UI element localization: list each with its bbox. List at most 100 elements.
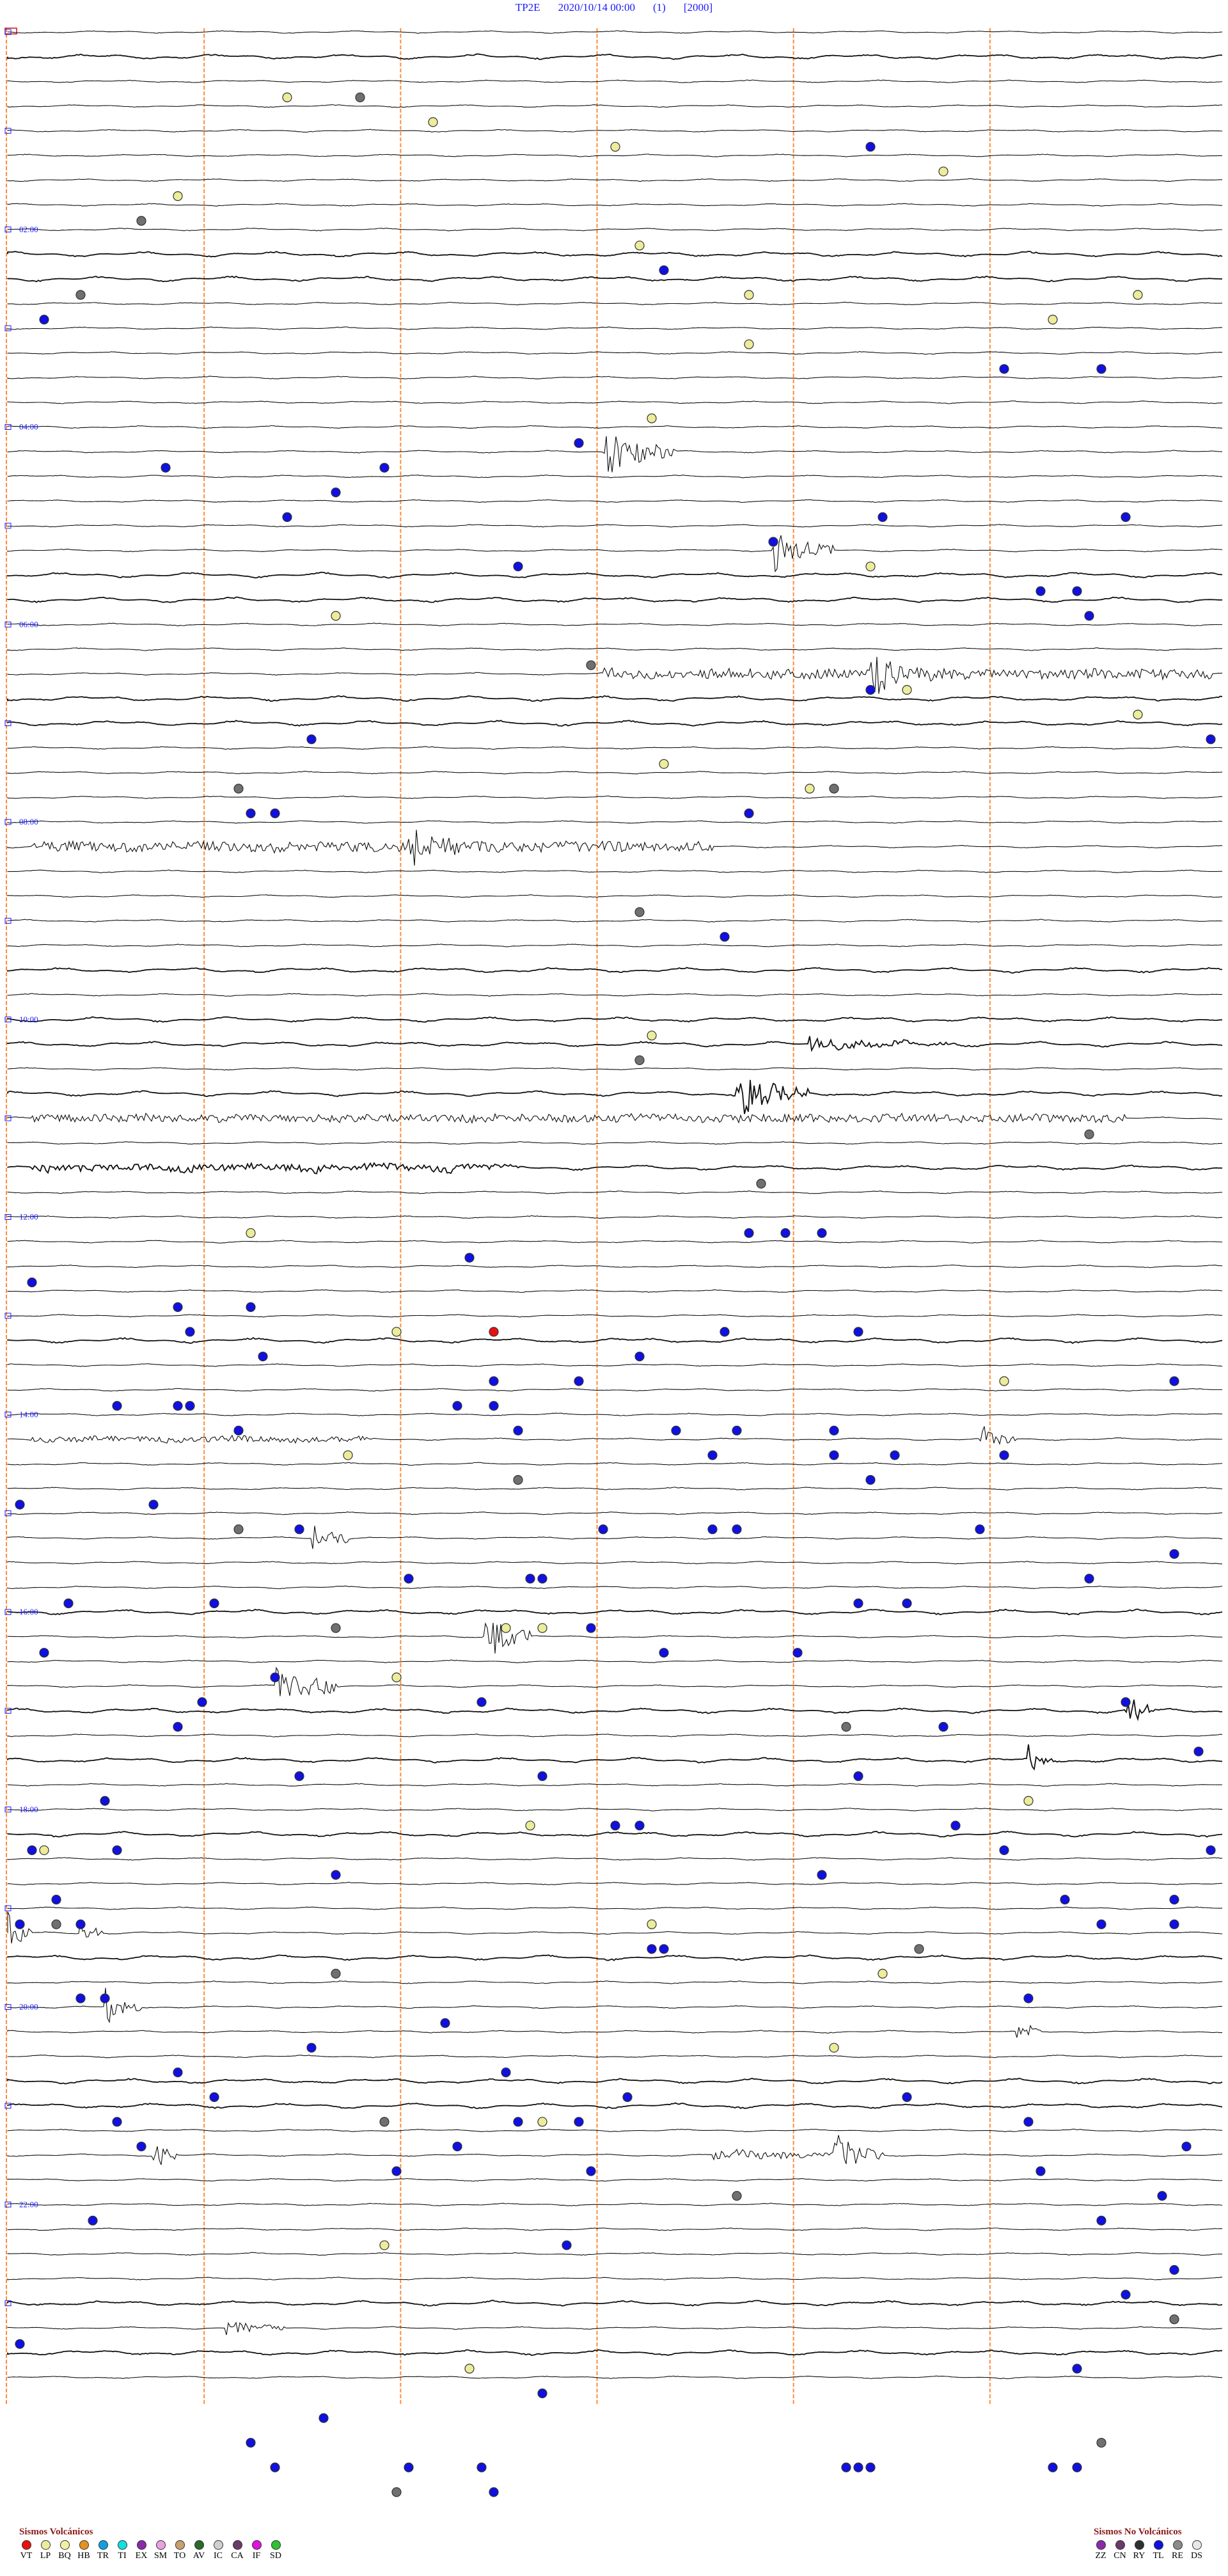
event-dot-lp <box>902 684 912 695</box>
legend-volcanic-code: CA <box>231 2551 244 2561</box>
event-dot-tl <box>404 2462 414 2472</box>
event-dot-tl <box>537 1771 547 1782</box>
legend-volcanic-dot-icon-bq <box>59 2540 70 2550</box>
legend-nonvolcanic-dot-icon-ry <box>1134 2540 1144 2550</box>
legend-volcanic-dot-icon-tr <box>98 2540 108 2550</box>
event-dot-tl <box>1072 2364 1082 2374</box>
event-dot-lp <box>173 191 183 201</box>
trace-line <box>7 1807 1222 1812</box>
event-dot-tl <box>1157 2191 1167 2201</box>
event-dot-ca <box>756 1178 766 1189</box>
event-dot-tl <box>817 1870 827 1880</box>
trace-line <box>7 474 1223 478</box>
event-dot-tl <box>744 808 754 819</box>
trace-line <box>7 104 1223 108</box>
event-dot-ca <box>51 1919 61 1929</box>
trace-line <box>7 944 1223 947</box>
trace-line <box>7 2128 1223 2133</box>
trace-line <box>7 1337 1223 1344</box>
event-dot-tl <box>39 315 49 325</box>
trace-line <box>7 1561 1223 1565</box>
event-dot-lp <box>938 166 949 177</box>
event-dot-ca <box>513 1474 523 1485</box>
event-dot-tl <box>950 1821 961 1831</box>
hour-label: 02:00 <box>19 225 38 234</box>
event-dot-ca <box>634 1055 645 1066</box>
event-dot-tl <box>999 1845 1009 1856</box>
trace-line <box>7 720 1223 727</box>
event-dot-tl <box>574 2117 584 2127</box>
event-dot-lp <box>1048 315 1058 325</box>
trace-line <box>7 2300 1223 2307</box>
event-dot-lp <box>464 2364 475 2374</box>
event-dot-tl <box>63 1598 74 1609</box>
trace-line <box>7 1462 1223 1466</box>
trace-line <box>7 2177 1223 2182</box>
event-dot-tl <box>306 2043 317 2053</box>
trace-line <box>7 1666 1222 1696</box>
legend-nonvolcanic-code: TL <box>1153 2551 1164 2561</box>
event-dot-tl <box>792 1648 803 1658</box>
legend-nonvolcanic-dot-icon-re <box>1172 2540 1183 2550</box>
event-dot-tl <box>1072 2462 1082 2472</box>
event-dot-lp <box>39 1845 49 1856</box>
trace-line <box>7 1608 1223 1616</box>
event-dot-lp <box>391 1327 402 1337</box>
event-dot-tl <box>1121 512 1131 522</box>
event-dot-tl <box>853 1327 863 1337</box>
trace-line <box>7 326 1223 330</box>
event-dot-tl <box>270 1672 280 1682</box>
event-dot-tl <box>1035 586 1046 596</box>
event-dot-lp <box>647 1919 657 1929</box>
trace-line <box>7 1240 1223 1244</box>
legend-nonvolcanic-code: ZZ <box>1095 2551 1106 2561</box>
legend-volcanic-dot-icon-ti <box>117 2540 127 2550</box>
legend-volcanic-code: AV <box>193 2551 205 2561</box>
event-dot-tl <box>476 1697 487 1707</box>
event-dot-tl <box>513 2117 523 2127</box>
helicorder-plot: 02:00 04:00 06:00 08:00 10:00 12:00 14:00 16:00… <box>4 28 1223 2497</box>
legend-volcanic-item-tr: TR <box>96 2540 110 2561</box>
trace-line <box>7 351 1223 355</box>
legend-volcanic-dot-icon-lp <box>40 2540 51 2550</box>
trace-line <box>7 1016 1223 1023</box>
trace-line <box>7 2202 1223 2206</box>
legend-volcanic-item-sd: SD <box>269 2540 283 2561</box>
event-dot-tl <box>537 1574 547 1584</box>
event-dot-tl <box>379 462 390 473</box>
event-dot-tl <box>306 734 317 745</box>
event-dot-tl <box>1096 364 1106 374</box>
event-dot-ca <box>841 1721 851 1732</box>
event-dot-tl <box>817 1228 827 1238</box>
event-dot-ca <box>233 784 244 794</box>
event-dot-tl <box>161 462 171 473</box>
event-dot-lp <box>537 2117 547 2127</box>
event-dot-tl <box>197 1697 207 1707</box>
event-dot-lp <box>999 1376 1009 1386</box>
trace-line <box>7 771 1223 775</box>
event-dot-tl <box>780 1228 791 1238</box>
event-dot-tl <box>902 2092 912 2102</box>
legend-volcanic-item-sm: SM <box>154 2540 168 2561</box>
legend-nonvolcanic-code: CN <box>1114 2551 1126 2561</box>
event-dot-tl <box>865 141 876 152</box>
legend-nonvolcanic-item-cn: CN <box>1113 2540 1127 2561</box>
event-dot-tl <box>404 1574 414 1584</box>
event-dot-tl <box>173 1401 183 1411</box>
event-dot-tl <box>15 1499 25 1510</box>
trace-line <box>7 1511 1223 1515</box>
event-dot-tl <box>999 364 1009 374</box>
event-dot-tl <box>1096 1919 1106 1929</box>
hour-label: 14:00 <box>19 1409 38 1419</box>
event-dot-ca <box>136 216 146 226</box>
event-dot-tl <box>865 1474 876 1485</box>
event-dot-tl <box>88 2215 98 2225</box>
legend-volcanic-item-lp: LP <box>38 2540 52 2561</box>
trace-line <box>7 250 1223 258</box>
trace-line <box>7 2321 1223 2335</box>
event-dot-tl <box>100 1796 110 1806</box>
legend-nonvolcanic-dot-icon-tl <box>1153 2540 1163 2550</box>
trace-line <box>7 154 1223 157</box>
trace-line <box>7 1622 1223 1654</box>
legend-nonvolcanic-item-re: RE <box>1170 2540 1185 2561</box>
